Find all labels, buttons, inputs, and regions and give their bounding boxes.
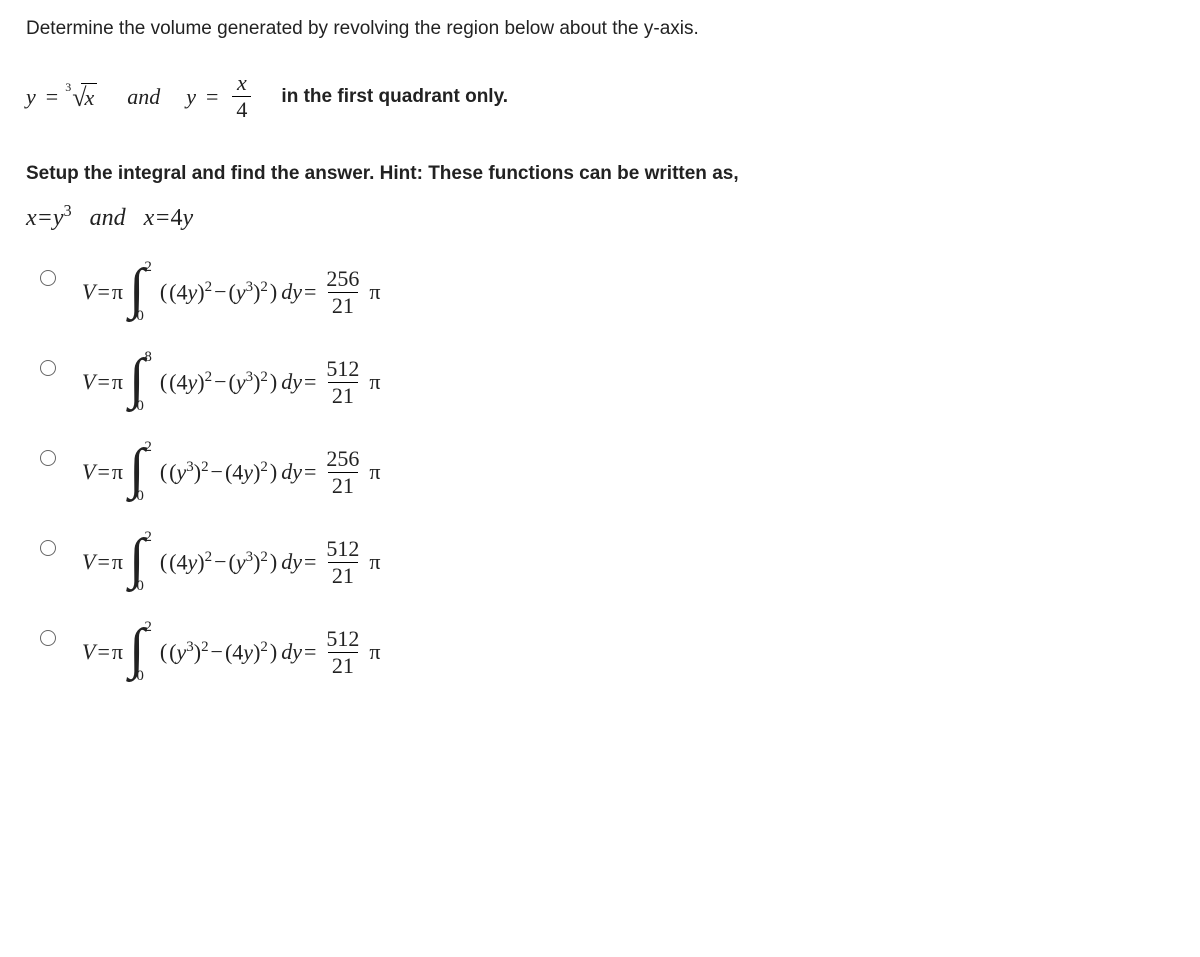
radio-2[interactable] (40, 360, 56, 376)
option-5: V=π ∫ 20 ((y3)2 − (4y)2) dy= 51221 π (40, 620, 1174, 684)
radio-4[interactable] (40, 540, 56, 556)
question-prompt: Determine the volume generated by revolv… (26, 18, 1174, 40)
answer-options: V=π ∫ 20 ((4y)2 − (y3)2) dy= 25621 π V=π… (40, 260, 1174, 684)
radio-5[interactable] (40, 630, 56, 646)
radio-1[interactable] (40, 270, 56, 286)
option-2: V=π ∫ 80 ((4y)2 − (y3)2) dy= 51221 π (40, 350, 1174, 414)
radio-3[interactable] (40, 450, 56, 466)
option-3: V=π ∫ 20 ((y3)2 − (4y)2) dy= 25621 π (40, 440, 1174, 504)
hint-text: Setup the integral and find the answer. … (26, 163, 1174, 185)
given-curves: y= 3x and y= x4 in the first quadrant on… (26, 70, 1174, 123)
option-4: V=π ∫ 20 ((4y)2 − (y3)2) dy= 51221 π (40, 530, 1174, 594)
rewritten-eqs: x=y3 and x=4y (26, 201, 1174, 232)
option-1: V=π ∫ 20 ((4y)2 − (y3)2) dy= 25621 π (40, 260, 1174, 324)
